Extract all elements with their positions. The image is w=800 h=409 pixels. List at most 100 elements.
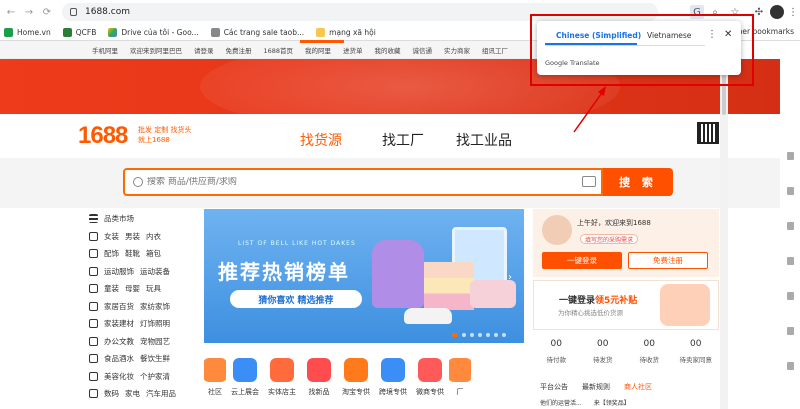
bookmark-item[interactable]: QCFB [62,27,96,37]
category-link[interactable]: 餐饮生鲜 [140,353,170,364]
quick-cat-expo[interactable]: 云上展会 [227,352,263,409]
carousel-dot[interactable] [494,333,498,337]
tab-find-goods[interactable]: 找货源 [300,130,342,150]
category-link[interactable]: 家居百货 [104,301,134,312]
scrollbar[interactable] [720,59,728,409]
bookmark-item[interactable]: mạng xã hội [316,27,376,37]
category-link[interactable]: 灯饰照明 [140,318,170,329]
quick-cat-wechat[interactable]: 微商专供 [412,352,448,409]
category-link[interactable]: 家电 [125,388,140,399]
quick-cat-crossborder[interactable]: 跨境专供 [375,352,411,409]
site-link[interactable]: 免费注册 [226,45,252,55]
carousel-dot[interactable] [452,333,458,337]
quick-cat-taobao[interactable]: 淘宝专供 [338,352,374,409]
quick-cat-factory[interactable]: 厂 [449,352,471,409]
category-link[interactable]: 办公文教 [104,336,134,347]
carousel-dot[interactable] [502,333,506,337]
extensions-icon[interactable]: ✣ [752,5,766,19]
category-row[interactable]: 女装 男装 内衣 [83,228,195,246]
forward-icon[interactable]: → [22,5,36,19]
category-link[interactable]: 家纺家饰 [140,301,170,312]
category-row[interactable]: 运动服饰 运动装备 [83,263,195,281]
search-button[interactable]: 搜 索 [603,168,673,196]
category-link[interactable]: 男装 [125,231,140,242]
category-link[interactable]: 运动装备 [140,266,170,277]
bookmark-item[interactable]: Các trang sale taob... [210,27,304,37]
category-link[interactable]: 内衣 [146,231,161,242]
camera-icon[interactable] [582,176,596,187]
tab-announcements[interactable]: 平台公告 [540,382,568,392]
rail-icon[interactable] [786,187,794,195]
search-box[interactable] [123,168,603,196]
news-item[interactable]: 来【领奖品】 [594,398,630,407]
category-link[interactable]: 宠物园艺 [140,336,170,347]
category-link[interactable]: 母婴 [125,283,140,294]
menu-icon[interactable]: ⋮ [786,5,800,19]
category-link[interactable]: 运动服饰 [104,266,134,277]
category-link[interactable]: 鞋靴 [125,248,140,259]
quick-cat-store[interactable]: 实体店主 [264,352,300,409]
tab-community[interactable]: 商人社区 [624,382,652,392]
back-icon[interactable]: ← [4,5,18,19]
rail-icon[interactable] [786,327,794,335]
order-pending-receipt[interactable]: 00 待收货 [626,333,673,369]
rail-icon[interactable] [786,257,794,265]
category-link[interactable]: 汽车用品 [146,388,176,399]
rail-icon[interactable] [786,222,794,230]
tab-find-factory[interactable]: 找工厂 [382,130,424,150]
site-link[interactable]: 组讯工厂 [482,45,508,55]
site-link[interactable]: 实力商家 [444,45,470,55]
category-link[interactable]: 个护家清 [140,371,170,382]
category-row[interactable]: 家居百货 家纺家饰 [83,298,195,316]
site-link[interactable]: 进货单 [343,45,363,55]
category-link[interactable]: 家装建材 [104,318,134,329]
quick-cat-community[interactable]: 社区 [204,352,226,409]
category-row[interactable]: 食品酒水 餐饮生鲜 [83,350,195,368]
category-row[interactable]: 办公文教 宠物园艺 [83,333,195,351]
category-row[interactable]: 童装 母婴 玩具 [83,280,195,298]
carousel-dot[interactable] [478,333,482,337]
category-row[interactable]: 美容化妆 个护家清 [83,368,195,386]
quick-cat-new[interactable]: 找新品 [301,352,337,409]
avatar[interactable] [770,5,784,19]
purchase-tip[interactable]: 填写您的采购需求 [580,234,639,244]
site-link[interactable]: 手机阿里 [92,45,118,55]
news-item[interactable]: 他们的运营活... [540,398,582,407]
category-row[interactable]: 配饰 鞋靴 箱包 [83,245,195,263]
carousel-next-icon[interactable]: › [508,272,512,283]
tab-rules[interactable]: 最新规则 [582,382,610,392]
site-link[interactable]: 我的阿里 [305,45,331,55]
site-link[interactable]: 我的收藏 [375,45,401,55]
order-pending-payment[interactable]: 00 待付款 [533,333,580,369]
category-link[interactable]: 童装 [104,283,119,294]
category-link[interactable]: 美容化妆 [104,371,134,382]
site-link[interactable]: 1688首页 [264,45,294,55]
carousel-dot[interactable] [486,333,490,337]
category-link[interactable]: 箱包 [146,248,161,259]
tab-industrial[interactable]: 找工业品 [456,130,512,150]
category-link[interactable]: 女装 [104,231,119,242]
search-input[interactable] [147,177,567,187]
order-pending-seller[interactable]: 00 待卖家同意 [673,333,720,369]
site-link[interactable]: 请登录 [194,45,214,55]
rail-icon[interactable] [786,362,794,370]
carousel-dots[interactable] [452,333,510,337]
reload-icon[interactable]: ⟳ [40,5,54,19]
site-link[interactable]: 诚信通 [413,45,433,55]
carousel-dot[interactable] [470,333,474,337]
category-link[interactable]: 数码 [104,388,119,399]
category-row[interactable]: 家装建材 灯饰照明 [83,315,195,333]
rail-icon[interactable] [786,292,794,300]
category-row[interactable]: 数码 家电 汽车用品 [83,385,195,403]
carousel-dot[interactable] [462,333,466,337]
bookmark-item[interactable]: Drive của tôi - Goo... [108,27,199,37]
category-link[interactable]: 配饰 [104,248,119,259]
order-pending-shipment[interactable]: 00 待发货 [580,333,627,369]
logo[interactable]: 1688 [78,122,128,150]
login-button[interactable]: 一键登录 [542,252,622,269]
rail-icon[interactable] [786,152,794,160]
register-button[interactable]: 免费注册 [628,252,708,269]
category-link[interactable]: 玩具 [146,283,161,294]
bookmark-item[interactable]: Home.vn [4,27,51,37]
category-link[interactable]: 食品酒水 [104,353,134,364]
